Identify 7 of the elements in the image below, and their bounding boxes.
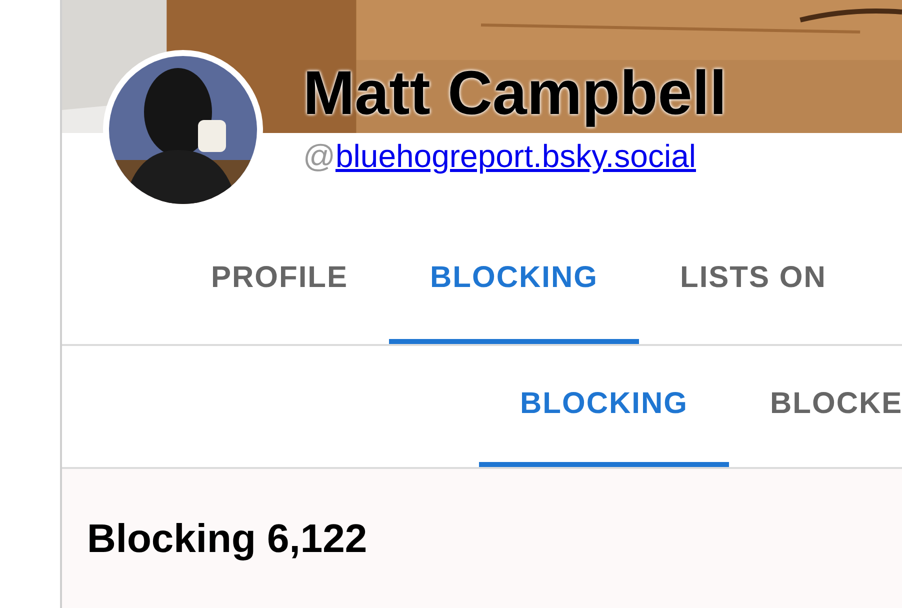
section-title: Blocking 6,122	[87, 517, 368, 562]
handle-link[interactable]: bluehogreport.bsky.social	[335, 138, 696, 174]
tab[interactable]: BLOCKE	[729, 346, 902, 467]
tab[interactable]: PROFILE	[170, 245, 390, 344]
tab[interactable]: BLOCKING	[389, 245, 640, 344]
handle-prefix: @	[303, 138, 336, 174]
tab[interactable]: LISTS ON	[639, 245, 868, 344]
